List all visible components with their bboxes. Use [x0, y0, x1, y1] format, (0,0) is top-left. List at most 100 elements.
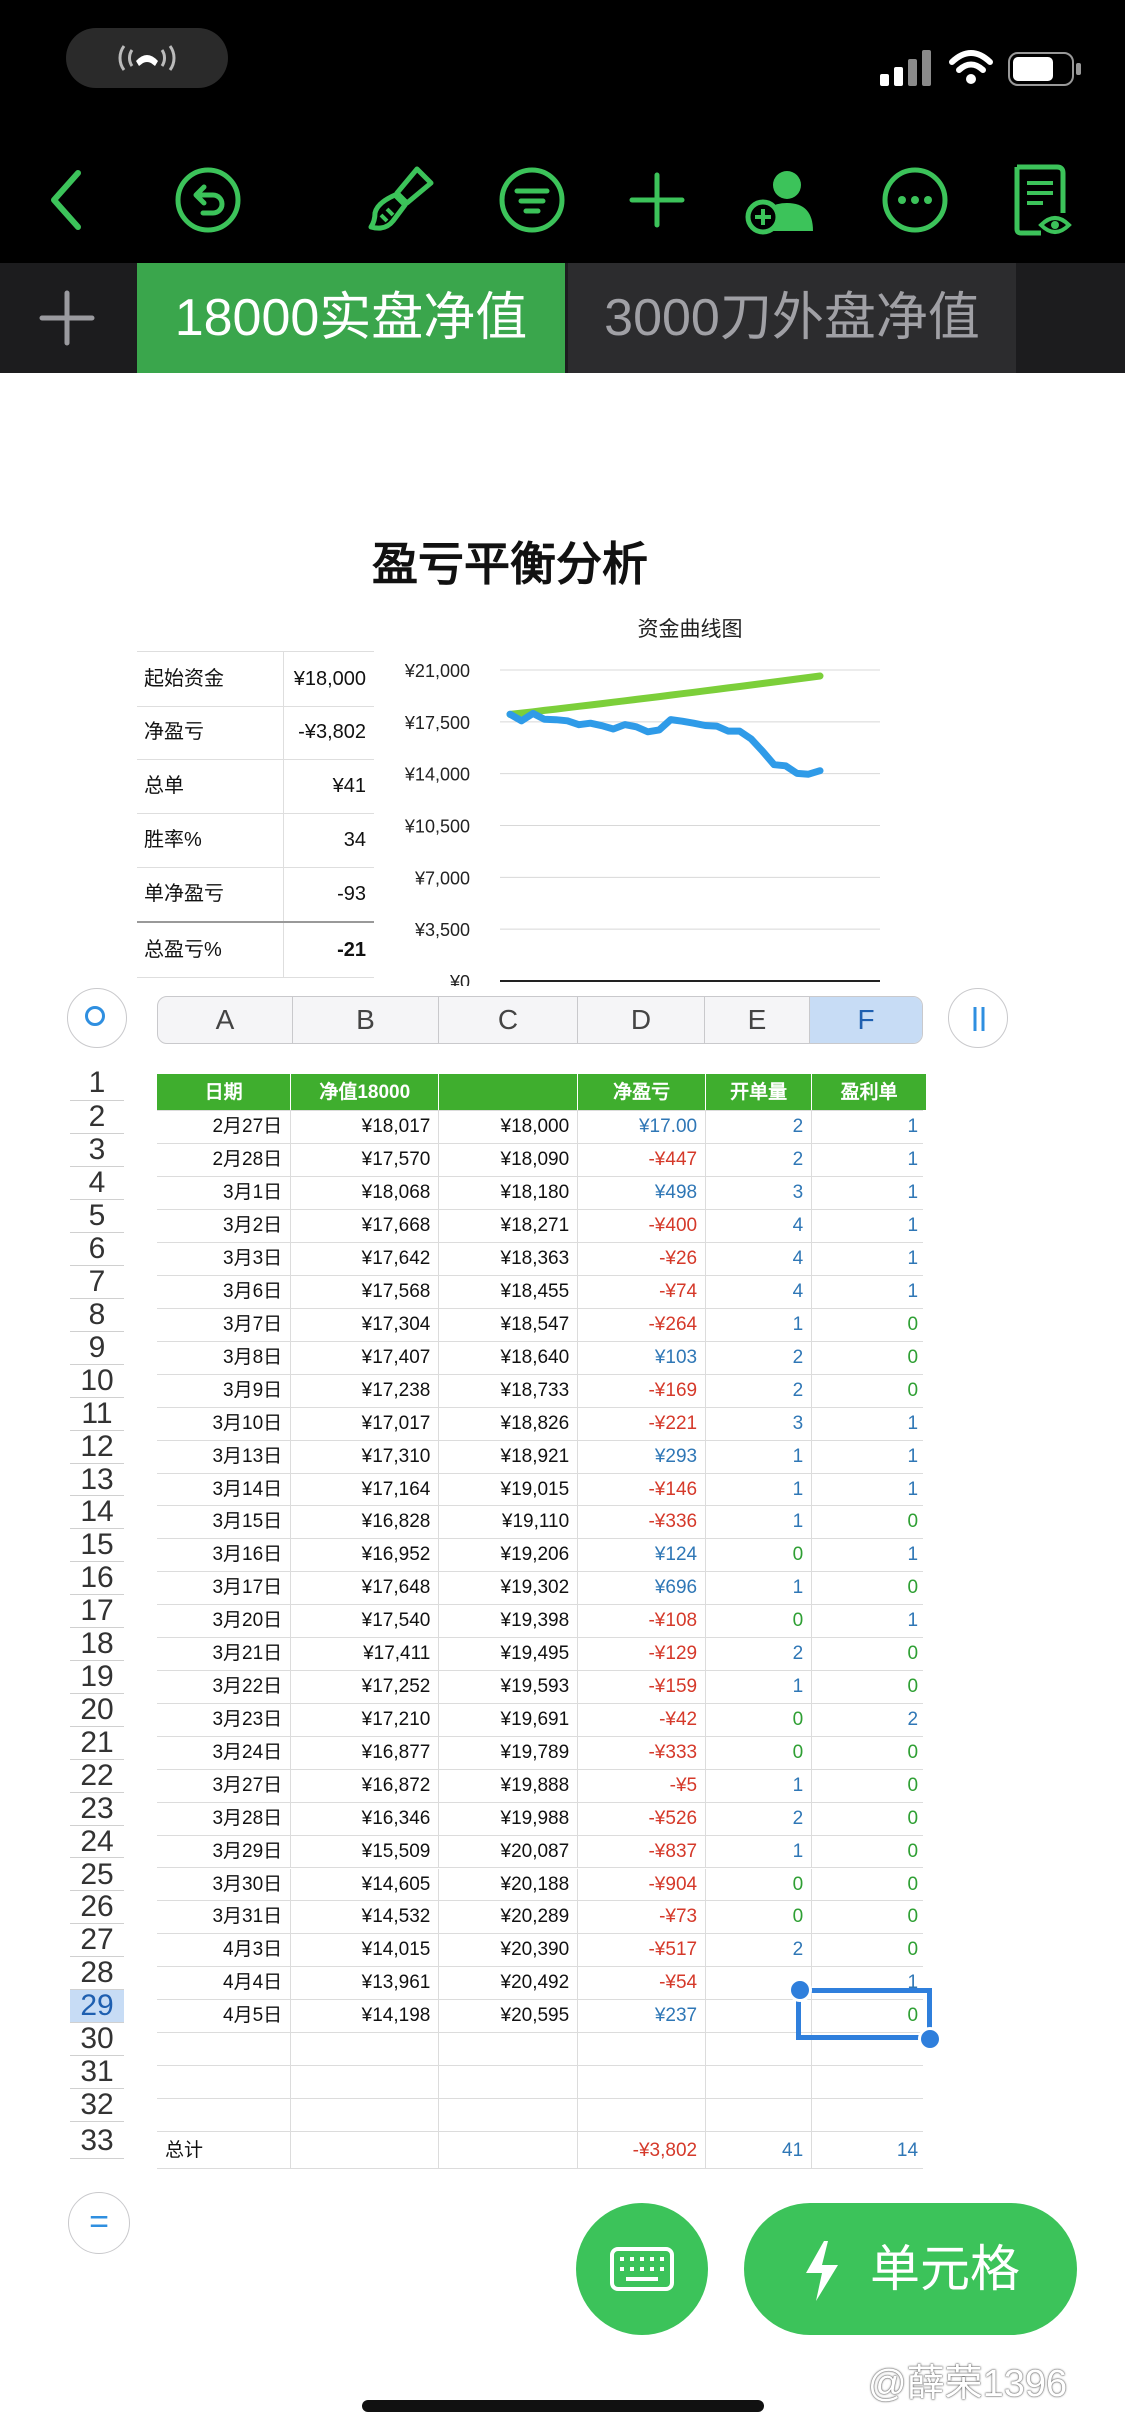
- table-cell[interactable]: 1: [812, 1276, 926, 1308]
- table-cell[interactable]: -¥73: [578, 1901, 707, 1934]
- table-cell[interactable]: -¥108: [578, 1605, 707, 1638]
- row-number[interactable]: 20: [70, 1693, 124, 1727]
- table-cell[interactable]: 1: [812, 1539, 926, 1571]
- table-cell[interactable]: 1: [812, 1441, 926, 1473]
- insert-button[interactable]: [612, 155, 702, 245]
- table-cell[interactable]: 4: [706, 1210, 813, 1243]
- table-row[interactable]: 3月29日 ¥15,509 ¥20,087 -¥837 1 0: [157, 1835, 923, 1869]
- table-cell[interactable]: ¥19,593: [439, 1671, 579, 1703]
- table-cell[interactable]: 4月3日: [157, 1934, 292, 1967]
- table-cell[interactable]: 3月22日: [157, 1671, 292, 1703]
- table-cell[interactable]: [578, 2033, 707, 2065]
- row-number[interactable]: 26: [70, 1891, 124, 1925]
- table-cell[interactable]: ¥293: [578, 1440, 707, 1473]
- table-cell[interactable]: -¥3,802: [578, 2131, 707, 2169]
- table-cell[interactable]: ¥19,888: [439, 1769, 579, 1802]
- table-cell[interactable]: -¥54: [578, 1967, 707, 2000]
- table-cell[interactable]: ¥19,495: [439, 1638, 579, 1670]
- table-row[interactable]: 3月24日 ¥16,877 ¥19,789 -¥333 0 0: [157, 1736, 923, 1770]
- table-row[interactable]: 3月8日 ¥17,407 ¥18,640 ¥103 2 0: [157, 1341, 926, 1375]
- row-number[interactable]: 30: [70, 2022, 124, 2056]
- table-cell[interactable]: ¥18,733: [439, 1374, 579, 1407]
- table-cell[interactable]: ¥19,988: [439, 1802, 579, 1835]
- table-cell[interactable]: 2: [706, 1111, 813, 1144]
- table-cell[interactable]: ¥16,346: [291, 1802, 440, 1835]
- table-cell[interactable]: -¥837: [578, 1835, 707, 1868]
- select-all-button[interactable]: [67, 988, 127, 1048]
- table-row[interactable]: 3月1日 ¥18,068 ¥18,180 ¥498 3 1: [157, 1177, 923, 1211]
- row-number[interactable]: 14: [70, 1496, 124, 1530]
- table-cell[interactable]: 2月27日: [157, 1111, 292, 1144]
- table-cell[interactable]: ¥20,390: [439, 1934, 579, 1967]
- table-cell[interactable]: 0: [812, 1342, 926, 1374]
- table-cell[interactable]: ¥14,532: [291, 1901, 440, 1934]
- table-cell[interactable]: ¥17,407: [291, 1341, 440, 1374]
- table-cell[interactable]: 1: [706, 1440, 813, 1473]
- table-cell[interactable]: -¥904: [578, 1868, 707, 1901]
- table-cell[interactable]: -¥74: [578, 1276, 707, 1308]
- table-cell[interactable]: [157, 2098, 292, 2131]
- freeze-handle-button[interactable]: [948, 988, 1008, 1048]
- table-cell[interactable]: ¥18,180: [439, 1177, 579, 1210]
- table-cell[interactable]: [578, 2098, 707, 2131]
- table-cell[interactable]: [439, 2098, 579, 2131]
- table-cell[interactable]: -¥26: [578, 1243, 707, 1275]
- table-cell[interactable]: ¥19,302: [439, 1572, 579, 1605]
- table-cell[interactable]: ¥17,164: [291, 1473, 440, 1506]
- table-cell[interactable]: 3月16日: [157, 1539, 292, 1572]
- row-number[interactable]: 19: [70, 1660, 124, 1694]
- table-cell[interactable]: ¥14,198: [291, 2000, 440, 2033]
- table-cell[interactable]: [578, 2066, 707, 2098]
- table-cell[interactable]: 2: [706, 1802, 813, 1835]
- table-cell[interactable]: ¥19,691: [439, 1703, 579, 1736]
- keyboard-button[interactable]: [576, 2203, 708, 2335]
- table-cell[interactable]: 开单量: [706, 1074, 813, 1111]
- table-cell[interactable]: ¥20,188: [439, 1868, 579, 1901]
- table-cell[interactable]: 3月29日: [157, 1835, 292, 1868]
- table-cell[interactable]: 1: [812, 1210, 926, 1242]
- table-row[interactable]: 3月13日 ¥17,310 ¥18,921 ¥293 1 1: [157, 1440, 926, 1474]
- table-cell[interactable]: ¥17,238: [291, 1374, 440, 1407]
- table-cell[interactable]: [439, 2066, 579, 2098]
- table-cell[interactable]: ¥17,310: [291, 1440, 440, 1473]
- row-number[interactable]: 22: [70, 1759, 124, 1793]
- row-number[interactable]: 6: [70, 1232, 124, 1266]
- table-cell[interactable]: 0: [706, 1703, 813, 1736]
- table-cell[interactable]: ¥16,872: [291, 1769, 440, 1802]
- table-cell[interactable]: ¥18,090: [439, 1144, 579, 1177]
- table-cell[interactable]: 0: [812, 1638, 926, 1670]
- table-cell[interactable]: 净值18000: [291, 1074, 440, 1111]
- formula-button[interactable]: =: [68, 2192, 130, 2254]
- table-cell[interactable]: 2: [706, 1144, 813, 1177]
- column-header-f[interactable]: F: [810, 997, 922, 1043]
- row-number[interactable]: 21: [70, 1726, 124, 1760]
- table-cell[interactable]: 4: [706, 1243, 813, 1275]
- table-cell[interactable]: ¥16,952: [291, 1539, 440, 1572]
- table-cell[interactable]: 1: [706, 1572, 813, 1605]
- table-cell[interactable]: 3月24日: [157, 1736, 292, 1769]
- table-row[interactable]: 3月31日 ¥14,532 ¥20,289 -¥73 0 0: [157, 1901, 923, 1935]
- table-cell[interactable]: ¥20,087: [439, 1835, 579, 1868]
- table-cell[interactable]: 日期: [157, 1074, 292, 1111]
- row-number[interactable]: 16: [70, 1561, 124, 1596]
- row-number[interactable]: 28: [70, 1956, 124, 1991]
- home-indicator[interactable]: [362, 2400, 764, 2412]
- table-cell[interactable]: ¥19,789: [439, 1736, 579, 1769]
- selection-handle-end[interactable]: [918, 2027, 942, 2051]
- table-cell[interactable]: 3月14日: [157, 1473, 292, 1506]
- table-cell[interactable]: 14: [812, 2132, 926, 2168]
- table-cell[interactable]: 3月30日: [157, 1868, 292, 1901]
- table-cell[interactable]: 4月5日: [157, 2000, 292, 2033]
- table-cell[interactable]: 1: [812, 1474, 926, 1506]
- table-cell[interactable]: 0: [812, 1934, 926, 1966]
- table-row[interactable]: [157, 2098, 923, 2132]
- table-cell[interactable]: 2: [706, 1638, 813, 1670]
- table-cell[interactable]: 4: [706, 1276, 813, 1308]
- row-number[interactable]: 24: [70, 1825, 124, 1859]
- table-cell[interactable]: 0: [706, 1868, 813, 1901]
- table-cell[interactable]: -¥336: [578, 1506, 707, 1539]
- collaborate-button[interactable]: [735, 155, 825, 245]
- table-row[interactable]: 3月23日 ¥17,210 ¥19,691 -¥42 0 2: [157, 1703, 923, 1737]
- row-number[interactable]: 27: [70, 1923, 124, 1958]
- table-cell[interactable]: 0: [812, 1506, 926, 1538]
